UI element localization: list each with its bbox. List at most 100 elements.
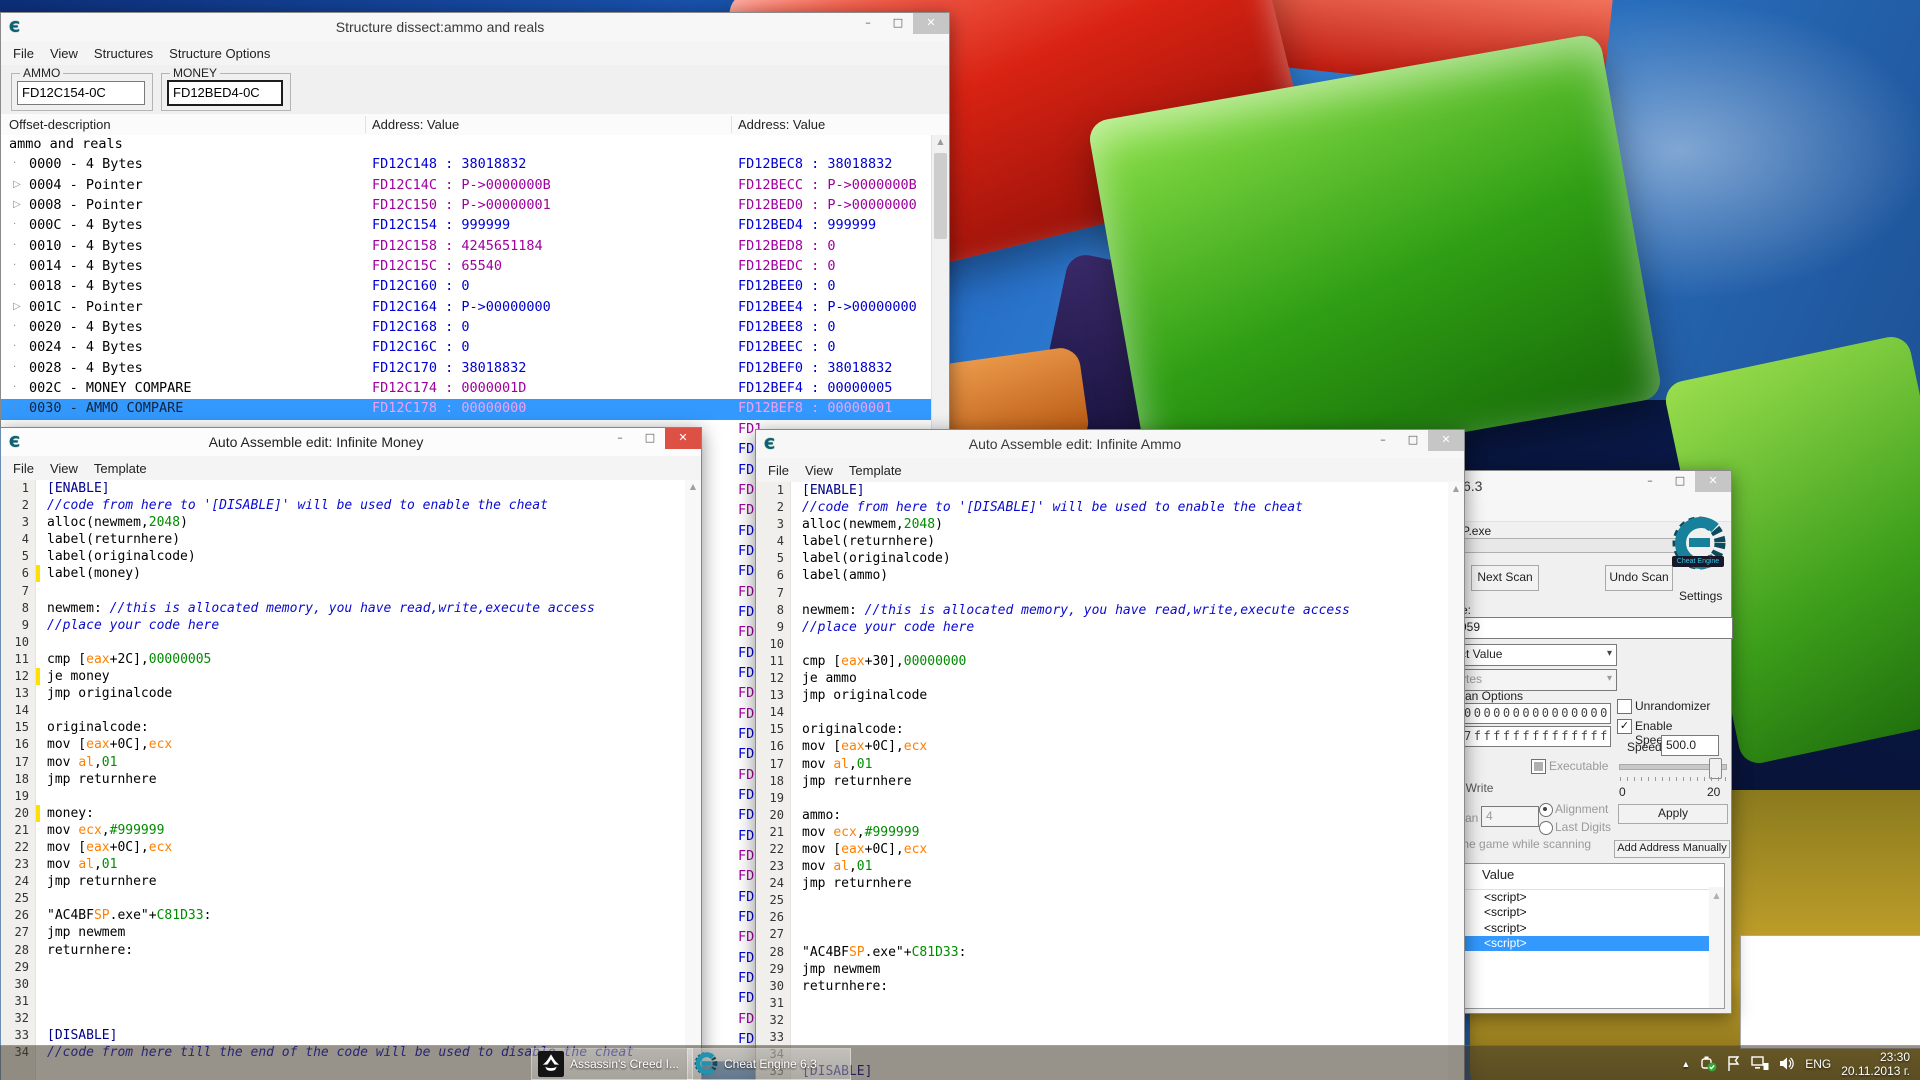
speed-slider-thumb[interactable] (1709, 758, 1722, 779)
close-button[interactable]: ✕ (665, 428, 701, 449)
speedhack-checkbox[interactable]: ✓ (1617, 719, 1632, 734)
structure-row-0024[interactable]: · 0024 - 4 Bytes FD12C16C : 0 FD12BEEC : 0 (1, 338, 949, 358)
slider-max-label: 20 (1707, 785, 1721, 799)
scroll-up-icon[interactable]: ▲ (685, 482, 701, 491)
menu-item-file[interactable]: File (5, 458, 42, 479)
menu-item-structure-options[interactable]: Structure Options (161, 43, 278, 64)
money-title-bar[interactable]: Є Auto Assemble edit: Infinite Money – □… (1, 428, 701, 457)
address-list-scrollbar[interactable]: ▲ (1709, 887, 1724, 1008)
scrollbar-thumb[interactable] (934, 153, 947, 239)
code-line-24: 24 jmp returnhere (756, 875, 1464, 892)
maximize-button[interactable]: □ (1398, 430, 1428, 451)
menu-item-view[interactable]: View (42, 458, 86, 479)
structure-row-0008[interactable]: ▷ 0008 - Pointer FD12C150 : P->00000001 FD1… (1, 196, 949, 216)
scan-type-dropdown[interactable]: ct Value ▾ (1455, 644, 1617, 666)
menu-item-file[interactable]: File (760, 460, 797, 481)
code-text: mov al,01 (47, 754, 118, 770)
close-button[interactable]: ✕ (1695, 471, 1731, 492)
structure-row-000c[interactable]: · 000C - 4 Bytes FD12C154 : 999999 FD12BED4… (1, 216, 949, 236)
structure-row-0028[interactable]: · 0028 - 4 Bytes FD12C170 : 38018832 FD12BE… (1, 359, 949, 379)
action-center-flag-icon[interactable] (1727, 1055, 1741, 1072)
apply-speed-button[interactable]: Apply (1618, 804, 1728, 824)
structure-row-0030[interactable]: · 0030 - AMMO COMPARE FD12C178 : 00000000 F… (1, 399, 949, 420)
unrandomizer-checkbox[interactable] (1617, 699, 1632, 714)
speed-input[interactable]: 500.0 (1661, 735, 1719, 756)
taskbar-button-cheat-engine[interactable]: Cheat Engine 6.3 (687, 1048, 851, 1080)
menu-item-template[interactable]: Template (841, 460, 910, 481)
menu-item-view[interactable]: View (42, 43, 86, 64)
address-list-row-0[interactable]: <script> (1464, 890, 1724, 905)
network-icon[interactable] (1751, 1056, 1769, 1071)
ce-title-bar[interactable]: 6.3 – □ ✕ (1457, 471, 1731, 500)
executable-checkbox[interactable] (1531, 759, 1546, 774)
show-hidden-icons-button[interactable]: ▲ (1681, 1059, 1690, 1069)
settings-link[interactable]: Settings (1679, 589, 1722, 603)
structure-row-002c[interactable]: · 002C - MONEY COMPARE FD12C174 : 0000001D… (1, 379, 949, 399)
last-digits-radio[interactable] (1539, 821, 1553, 835)
maximize-button[interactable]: □ (635, 428, 665, 449)
address-list-row-1[interactable]: <script> (1464, 905, 1724, 920)
minimize-button[interactable]: – (853, 13, 883, 34)
scan-start-address-input[interactable]: 0000000000000000 (1459, 703, 1611, 724)
editor-vertical-scrollbar[interactable]: ▲ (685, 480, 701, 1080)
line-number: 1 (776, 483, 784, 497)
scan-value-input[interactable]: 959 (1455, 617, 1733, 639)
taskbar-clock[interactable]: 23:30 20.11.2013 г. (1841, 1050, 1910, 1078)
menu-item-file[interactable]: File (5, 43, 42, 64)
line-marker (791, 602, 795, 619)
menu-item-structures[interactable]: Structures (86, 43, 161, 64)
address-list[interactable]: Value <script> <script> <script> <script> ▲ (1463, 863, 1725, 1009)
expand-arrow-icon[interactable]: ▷ (13, 199, 21, 210)
minimize-button[interactable]: – (605, 428, 635, 449)
expand-arrow-icon[interactable]: ▷ (13, 179, 21, 190)
close-button[interactable]: ✕ (1428, 430, 1464, 451)
column-address-value-2[interactable]: Address: Value (738, 117, 825, 132)
next-scan-button[interactable]: Next Scan (1471, 565, 1539, 591)
money-address-input[interactable]: FD12BED4-0C (167, 80, 283, 106)
taskbar-button-assassins-creed[interactable]: Assassin's Creed I... (531, 1048, 693, 1080)
address-value-2: FD12BEEC : 0 (738, 339, 836, 356)
fast-scan-alignment-input[interactable]: 4 (1481, 806, 1539, 827)
maximize-button[interactable]: □ (1665, 471, 1695, 492)
value-type-dropdown[interactable]: ytes ▾ (1455, 669, 1617, 691)
close-button[interactable]: ✕ (913, 13, 949, 34)
ammo-code-editor[interactable]: 1 [ENABLE] 2 //code from here to '[DISABLE]… (756, 482, 1464, 1080)
scroll-up-icon[interactable]: ▲ (932, 137, 949, 146)
scroll-up-icon[interactable]: ▲ (1709, 891, 1724, 900)
column-address-value-1[interactable]: Address: Value (372, 117, 459, 132)
expand-arrow-icon[interactable]: ▷ (13, 301, 21, 312)
menu-item-view[interactable]: View (797, 460, 841, 481)
minimize-button[interactable]: – (1635, 471, 1665, 492)
alignment-radio[interactable] (1539, 803, 1553, 817)
address-list-row-3[interactable]: <script> (1464, 935, 1724, 952)
language-indicator[interactable]: ENG (1805, 1057, 1831, 1071)
volume-icon[interactable] (1779, 1056, 1795, 1071)
structure-root-node[interactable]: ammo and reals (1, 135, 949, 155)
scroll-up-icon[interactable]: ▲ (1448, 484, 1464, 493)
taskbar-button-label: Cheat Engine 6.3 (724, 1057, 817, 1071)
structure-row-0014[interactable]: · 0014 - 4 Bytes FD12C15C : 65540 FD12BEDC … (1, 257, 949, 277)
column-offset-description[interactable]: Offset-description (9, 117, 111, 132)
structure-row-001c[interactable]: ▷ 001C - Pointer FD12C164 : P->00000000 FD1… (1, 298, 949, 318)
ammo-address-input[interactable]: FD12C154-0C (17, 81, 145, 105)
structure-row-0010[interactable]: · 0010 - 4 Bytes FD12C158 : 4245651184 FD12… (1, 237, 949, 257)
ammo-title-bar[interactable]: Є Auto Assemble edit: Infinite Ammo – □ … (756, 430, 1464, 459)
structure-row-0020[interactable]: · 0020 - 4 Bytes FD12C168 : 0 FD12BEE8 : 0 (1, 318, 949, 338)
code-text: alloc(newmem,2048) (802, 517, 943, 533)
structure-row-0018[interactable]: · 0018 - 4 Bytes FD12C160 : 0 FD12BEE0 : 0 (1, 277, 949, 297)
maximize-button[interactable]: □ (883, 13, 913, 34)
address-list-row-2[interactable]: <script> (1464, 921, 1724, 936)
structure-row-0004[interactable]: ▷ 0004 - Pointer FD12C14C : P->0000000B FD1… (1, 176, 949, 196)
scan-stop-address-input[interactable]: 7fffffffffffffff (1459, 726, 1611, 747)
add-address-manually-button[interactable]: Add Address Manually (1614, 840, 1730, 858)
undo-scan-button[interactable]: Undo Scan (1605, 565, 1673, 591)
usb-device-icon[interactable] (1700, 1056, 1717, 1072)
address-list-header-value[interactable]: Value (1464, 864, 1724, 890)
money-code-editor[interactable]: 1 [ENABLE] 2 //code from here to '[DISABLE]… (1, 480, 701, 1080)
structure-row-0000[interactable]: · 0000 - 4 Bytes FD12C148 : 38018832 FD12BE… (1, 155, 949, 175)
structure-title-bar[interactable]: Є Structure dissect:ammo and reals – □ ✕ (1, 13, 949, 42)
editor-vertical-scrollbar[interactable]: ▲ (1448, 482, 1464, 1080)
menu-item-template[interactable]: Template (86, 458, 155, 479)
minimize-button[interactable]: – (1368, 430, 1398, 451)
tree-leaf-icon: · (13, 341, 17, 353)
